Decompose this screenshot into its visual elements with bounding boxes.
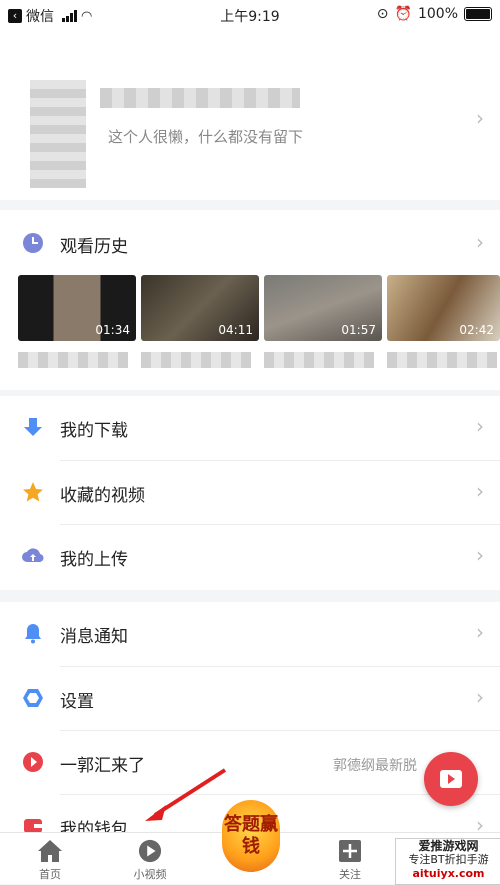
username-blurred (100, 88, 300, 108)
video-camera-icon (440, 770, 462, 788)
menu-item-label: 我的上传 (60, 550, 128, 570)
nav-follow[interactable]: 关注 (320, 839, 380, 882)
video-duration: 01:34 (95, 323, 130, 337)
star-icon (23, 482, 43, 502)
battery-icon (464, 7, 492, 21)
status-right: ⊙ ⏰ 100% (377, 6, 492, 22)
history-video-1[interactable]: 01:34 (18, 275, 136, 341)
video-title-blurred (387, 352, 497, 368)
wallet-icon (24, 819, 42, 832)
play-icon (138, 839, 162, 863)
quiz-promo-badge[interactable]: 答题赢钱 (222, 800, 280, 872)
menu-item-label: 一郭汇来了 (60, 756, 145, 776)
chevron-right-icon: › (476, 230, 484, 254)
home-icon (38, 840, 62, 862)
nav-home-label: 首页 (39, 868, 61, 881)
history-video-2[interactable]: 04:11 (141, 275, 259, 341)
history-video-3[interactable]: 01:57 (264, 275, 382, 341)
status-bar: ‹ 微信 ◠ 上午9:19 ⊙ ⏰ 100% (0, 0, 500, 30)
menu-item-extra: 郭德纲最新脱 (333, 758, 417, 774)
bell-icon (25, 624, 41, 644)
menu-item-upload[interactable]: 我的上传 › (0, 525, 500, 589)
avatar[interactable] (30, 80, 86, 188)
menu-item-download[interactable]: 我的下载 › (0, 396, 500, 460)
video-title-blurred (264, 352, 374, 368)
watermark: 爱推游戏网 专注BT折扣手游 aituiyx.com (395, 838, 500, 885)
menu-item-favorites[interactable]: 收藏的视频 › (0, 461, 500, 525)
alarm-icon: ⏰ (394, 6, 412, 22)
menu-item-label: 我的钱包 (60, 820, 128, 832)
upload-video-fab[interactable] (424, 752, 478, 806)
menu-item-label: 我的下载 (60, 421, 128, 441)
video-duration: 01:57 (341, 323, 376, 337)
video-title-blurred (141, 352, 251, 368)
battery-percent: 100% (417, 6, 458, 22)
chevron-right-icon: › (476, 620, 484, 644)
chevron-right-icon: › (476, 813, 484, 832)
history-row[interactable]: 观看历史 › (0, 212, 500, 276)
menu-item-label: 消息通知 (60, 627, 128, 647)
promo-text: 答题赢钱 (224, 814, 278, 857)
history-video-4[interactable]: 02:42 (387, 275, 500, 341)
cloud-upload-icon (22, 548, 44, 563)
profile-card[interactable]: 这个人很懒，什么都没有留下 › (0, 30, 500, 200)
annotation-arrow (145, 768, 227, 821)
play-circle-icon (23, 752, 43, 772)
watermark-line-2: 专注BT折扣手游 (408, 853, 489, 866)
menu-item-label: 设置 (60, 692, 94, 712)
menu-item-notifications[interactable]: 消息通知 › (0, 602, 500, 666)
history-label: 观看历史 (60, 237, 128, 257)
watermark-line-1: 爱推游戏网 (418, 839, 479, 853)
chevron-right-icon: › (476, 106, 484, 130)
video-duration: 04:11 (218, 323, 253, 337)
plus-box-icon (339, 840, 361, 862)
video-title-blurred (18, 352, 128, 368)
download-arrow-icon (24, 418, 42, 436)
chevron-right-icon: › (476, 414, 484, 438)
chevron-right-icon: › (476, 479, 484, 503)
menu-item-settings[interactable]: 设置 › (0, 667, 500, 731)
clock-icon (23, 233, 43, 253)
menu-item-label: 收藏的视频 (60, 486, 145, 506)
watermark-line-3: aituiyx.com (412, 867, 485, 880)
nav-short-video-label: 小视频 (133, 868, 167, 881)
video-duration: 02:42 (459, 323, 494, 337)
settings-hexagon-icon (23, 689, 43, 707)
chevron-right-icon: › (476, 685, 484, 709)
chevron-right-icon: › (476, 543, 484, 567)
nav-short-video[interactable]: 小视频 (120, 839, 180, 882)
profile-bio: 这个人很懒，什么都没有留下 (108, 128, 304, 146)
orientation-lock-icon: ⊙ (376, 6, 389, 22)
nav-home[interactable]: 首页 (20, 839, 80, 882)
nav-follow-label: 关注 (339, 868, 361, 881)
